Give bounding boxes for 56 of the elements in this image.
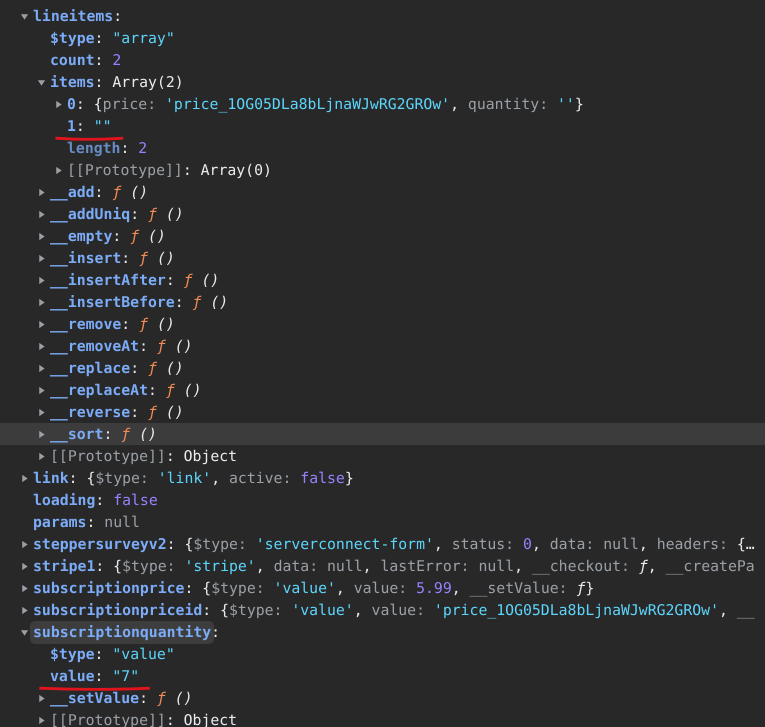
expand-arrow-icon[interactable] <box>37 188 46 196</box>
expand-arrow-icon[interactable] <box>37 452 46 460</box>
property-text: __addUniq: ƒ () <box>50 206 184 222</box>
property-text: [[Prototype]]: Object <box>50 448 238 464</box>
property-text: items: Array(2) <box>50 74 184 90</box>
expand-arrow-icon[interactable] <box>20 474 29 482</box>
property-text: link: {$type: 'link', active: false} <box>33 470 354 486</box>
property-text: __insertBefore: ƒ () <box>50 294 228 310</box>
expand-arrow-icon[interactable] <box>54 100 63 108</box>
property-text: $type: "array" <box>50 30 175 46</box>
expand-arrow-icon[interactable] <box>37 254 46 262</box>
property-text: __reverse: ƒ () <box>50 404 184 420</box>
property-text: 0: {price: 'price_1OG05DLa8bLjnaWJwRG2GROw', quantity: ''} <box>67 96 584 112</box>
property-text: __removeAt: ƒ () <box>50 338 193 354</box>
expand-arrow-icon[interactable] <box>37 320 46 328</box>
expand-arrow-icon[interactable] <box>20 584 29 592</box>
property-text: __add: ƒ () <box>50 184 148 200</box>
property-text: stripe1: {$type: 'stripe', data: null, lastError: null, __checkout: ƒ, __createPa <box>33 558 755 574</box>
property-text: params: null <box>33 514 140 530</box>
property-text: lineitems: <box>33 8 122 24</box>
property-text: 1: "" <box>67 118 112 134</box>
property-text: __insert: ƒ () <box>50 250 175 266</box>
expand-arrow-icon[interactable] <box>20 12 29 20</box>
property-text: loading: false <box>33 492 158 508</box>
expand-arrow-icon[interactable] <box>20 606 29 614</box>
expand-arrow-icon[interactable] <box>37 716 46 724</box>
property-text: value: "7" <box>50 668 140 684</box>
property-text: __replaceAt: ƒ () <box>50 382 202 398</box>
property-text: __insertAfter: ƒ () <box>50 272 220 288</box>
property-text: __setValue: ƒ () <box>50 690 193 706</box>
expand-arrow-icon[interactable] <box>20 540 29 548</box>
property-text: __sort: ƒ () <box>50 426 157 442</box>
expand-arrow-icon[interactable] <box>20 562 29 570</box>
property-text: subscriptionpriceid: {$type: 'value', value: 'price_1OG05DLa8bLjnaWJwRG2GROw', __ <box>33 602 755 618</box>
expand-arrow-icon[interactable] <box>37 298 46 306</box>
property-text: count: 2 <box>50 52 122 68</box>
expand-arrow-icon[interactable] <box>37 408 46 416</box>
expand-arrow-icon[interactable] <box>37 210 46 218</box>
expand-arrow-icon[interactable] <box>37 694 46 702</box>
expand-arrow-icon[interactable] <box>37 430 46 438</box>
property-text: __empty: ƒ () <box>50 228 166 244</box>
property-text: [[Prototype]]: Array(0) <box>67 162 272 178</box>
expand-arrow-icon[interactable] <box>37 232 46 240</box>
property-text: length: 2 <box>67 140 148 156</box>
expand-arrow-icon[interactable] <box>37 364 46 372</box>
expand-arrow-icon[interactable] <box>37 78 46 86</box>
property-text: steppersurveyv2: {$type: 'serverconnect-form', status: 0, data: null, headers: {… <box>33 536 755 552</box>
expand-arrow-icon[interactable] <box>37 386 46 394</box>
property-text: subscriptionprice: {$type: 'value', value: 5.99, __setValue: ƒ} <box>33 580 594 596</box>
property-text: __remove: ƒ () <box>50 316 175 332</box>
expand-arrow-icon[interactable] <box>20 628 29 636</box>
expand-arrow-icon[interactable] <box>37 276 46 284</box>
expand-arrow-icon[interactable] <box>54 166 63 174</box>
property-text: __replace: ƒ () <box>50 360 184 376</box>
property-text: $type: "value" <box>50 646 175 662</box>
expand-arrow-icon[interactable] <box>37 342 46 350</box>
